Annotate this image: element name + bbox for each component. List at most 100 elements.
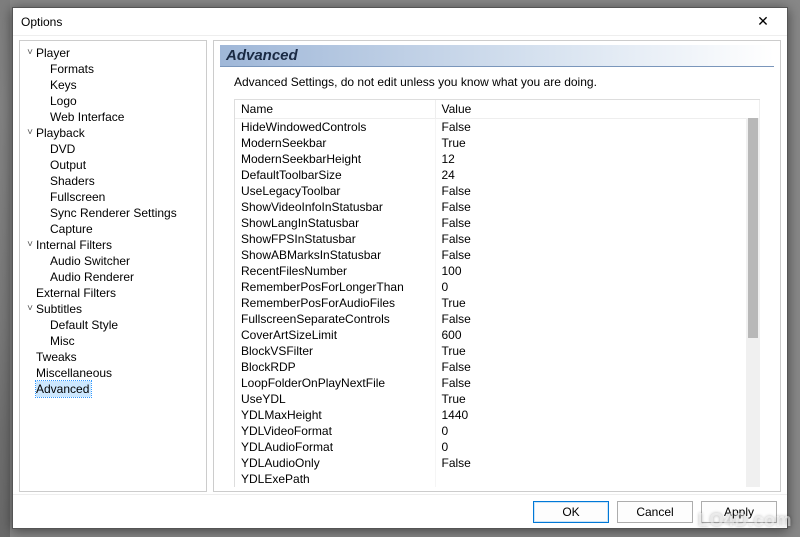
tree-node[interactable]: ˅Internal Filters (22, 237, 204, 253)
tree-node[interactable]: Logo (22, 93, 204, 109)
settings-scroll[interactable]: Name Value HideWindowedControlsFalseMode… (235, 100, 760, 487)
setting-row[interactable]: ShowABMarksInStatusbarFalse (235, 247, 760, 263)
scrollbar-thumb[interactable] (748, 118, 758, 338)
setting-value[interactable]: False (435, 375, 760, 391)
tree-node-label: Shaders (50, 173, 95, 189)
setting-value[interactable] (435, 471, 760, 487)
chevron-down-icon[interactable]: ˅ (24, 301, 36, 317)
col-name-header[interactable]: Name (235, 100, 435, 119)
tree-node[interactable]: ˅Playback (22, 125, 204, 141)
tree-node[interactable]: Tweaks (22, 349, 204, 365)
tree-node-label: Advanced (36, 381, 91, 397)
tree-node[interactable]: DVD (22, 141, 204, 157)
setting-row[interactable]: LoopFolderOnPlayNextFileFalse (235, 375, 760, 391)
setting-row[interactable]: HideWindowedControlsFalse (235, 119, 760, 136)
setting-value[interactable]: False (435, 231, 760, 247)
setting-row[interactable]: BlockVSFilterTrue (235, 343, 760, 359)
tree-node-label: Audio Renderer (50, 269, 134, 285)
tree-node[interactable]: External Filters (22, 285, 204, 301)
tree-node[interactable]: Sync Renderer Settings (22, 205, 204, 221)
tree-node[interactable]: Keys (22, 77, 204, 93)
cancel-button[interactable]: Cancel (617, 501, 693, 523)
setting-row[interactable]: ModernSeekbarTrue (235, 135, 760, 151)
chevron-down-icon[interactable]: ˅ (24, 45, 36, 61)
setting-value[interactable]: False (435, 455, 760, 471)
titlebar: Options ✕ (13, 8, 787, 36)
setting-value[interactable]: 1440 (435, 407, 760, 423)
setting-row[interactable]: RecentFilesNumber100 (235, 263, 760, 279)
setting-value[interactable]: True (435, 135, 760, 151)
dialog-footer: OK Cancel Apply (13, 494, 787, 528)
setting-value[interactable]: False (435, 359, 760, 375)
ok-button[interactable]: OK (533, 501, 609, 523)
setting-value[interactable]: False (435, 215, 760, 231)
setting-value[interactable]: 0 (435, 279, 760, 295)
setting-row[interactable]: YDLVideoFormat0 (235, 423, 760, 439)
options-dialog: Options ✕ ˅PlayerFormatsKeysLogoWeb Inte… (12, 7, 788, 529)
setting-row[interactable]: RememberPosForLongerThan0 (235, 279, 760, 295)
setting-row[interactable]: ShowVideoInfoInStatusbarFalse (235, 199, 760, 215)
setting-name: BlockRDP (235, 359, 435, 375)
setting-value[interactable]: 24 (435, 167, 760, 183)
scrollbar-track[interactable] (746, 118, 760, 487)
col-value-header[interactable]: Value (435, 100, 760, 119)
category-tree[interactable]: ˅PlayerFormatsKeysLogoWeb Interface˅Play… (19, 40, 207, 492)
tree-node[interactable]: ˅Player (22, 45, 204, 61)
setting-value[interactable]: True (435, 391, 760, 407)
tree-node[interactable]: Shaders (22, 173, 204, 189)
setting-value[interactable]: False (435, 247, 760, 263)
setting-row[interactable]: ModernSeekbarHeight12 (235, 151, 760, 167)
close-button[interactable]: ✕ (743, 10, 783, 34)
setting-value[interactable]: False (435, 311, 760, 327)
setting-value[interactable]: 600 (435, 327, 760, 343)
tree-node[interactable]: Advanced (22, 381, 204, 397)
setting-row[interactable]: YDLAudioFormat0 (235, 439, 760, 455)
setting-value[interactable]: 100 (435, 263, 760, 279)
setting-row[interactable]: CoverArtSizeLimit600 (235, 327, 760, 343)
tree-node[interactable]: Web Interface (22, 109, 204, 125)
setting-row[interactable]: YDLExePath (235, 471, 760, 487)
setting-row[interactable]: FullscreenSeparateControlsFalse (235, 311, 760, 327)
tree-node[interactable]: Misc (22, 333, 204, 349)
page-description: Advanced Settings, do not edit unless yo… (220, 75, 774, 99)
apply-button[interactable]: Apply (701, 501, 777, 523)
setting-row[interactable]: YDLAudioOnlyFalse (235, 455, 760, 471)
setting-value[interactable]: False (435, 199, 760, 215)
page-title: Advanced (220, 45, 774, 67)
tree-node[interactable]: Default Style (22, 317, 204, 333)
setting-row[interactable]: UseYDLTrue (235, 391, 760, 407)
tree-node[interactable]: Formats (22, 61, 204, 77)
setting-row[interactable]: RememberPosForAudioFilesTrue (235, 295, 760, 311)
setting-value[interactable]: False (435, 119, 760, 136)
tree-node[interactable]: Capture (22, 221, 204, 237)
setting-value[interactable]: 0 (435, 423, 760, 439)
settings-table: Name Value HideWindowedControlsFalseMode… (235, 100, 760, 487)
setting-row[interactable]: UseLegacyToolbarFalse (235, 183, 760, 199)
setting-value[interactable]: True (435, 295, 760, 311)
setting-value[interactable]: True (435, 343, 760, 359)
setting-row[interactable]: DefaultToolbarSize24 (235, 167, 760, 183)
setting-name: ShowFPSInStatusbar (235, 231, 435, 247)
chevron-down-icon[interactable]: ˅ (24, 237, 36, 253)
setting-name: FullscreenSeparateControls (235, 311, 435, 327)
tree-node[interactable]: ˅Subtitles (22, 301, 204, 317)
setting-row[interactable]: ShowFPSInStatusbarFalse (235, 231, 760, 247)
setting-value[interactable]: False (435, 183, 760, 199)
setting-value[interactable]: 0 (435, 439, 760, 455)
setting-name: YDLAudioFormat (235, 439, 435, 455)
tree-node-label: Formats (50, 61, 94, 77)
setting-row[interactable]: BlockRDPFalse (235, 359, 760, 375)
setting-row[interactable]: ShowLangInStatusbarFalse (235, 215, 760, 231)
tree-node[interactable]: Fullscreen (22, 189, 204, 205)
setting-value[interactable]: 12 (435, 151, 760, 167)
setting-name: RecentFilesNumber (235, 263, 435, 279)
tree-node[interactable]: Output (22, 157, 204, 173)
tree-node-label: Audio Switcher (50, 253, 130, 269)
tree-node[interactable]: Audio Renderer (22, 269, 204, 285)
tree-node[interactable]: Miscellaneous (22, 365, 204, 381)
chevron-down-icon[interactable]: ˅ (24, 125, 36, 141)
setting-name: BlockVSFilter (235, 343, 435, 359)
setting-row[interactable]: YDLMaxHeight1440 (235, 407, 760, 423)
setting-name: UseLegacyToolbar (235, 183, 435, 199)
tree-node[interactable]: Audio Switcher (22, 253, 204, 269)
